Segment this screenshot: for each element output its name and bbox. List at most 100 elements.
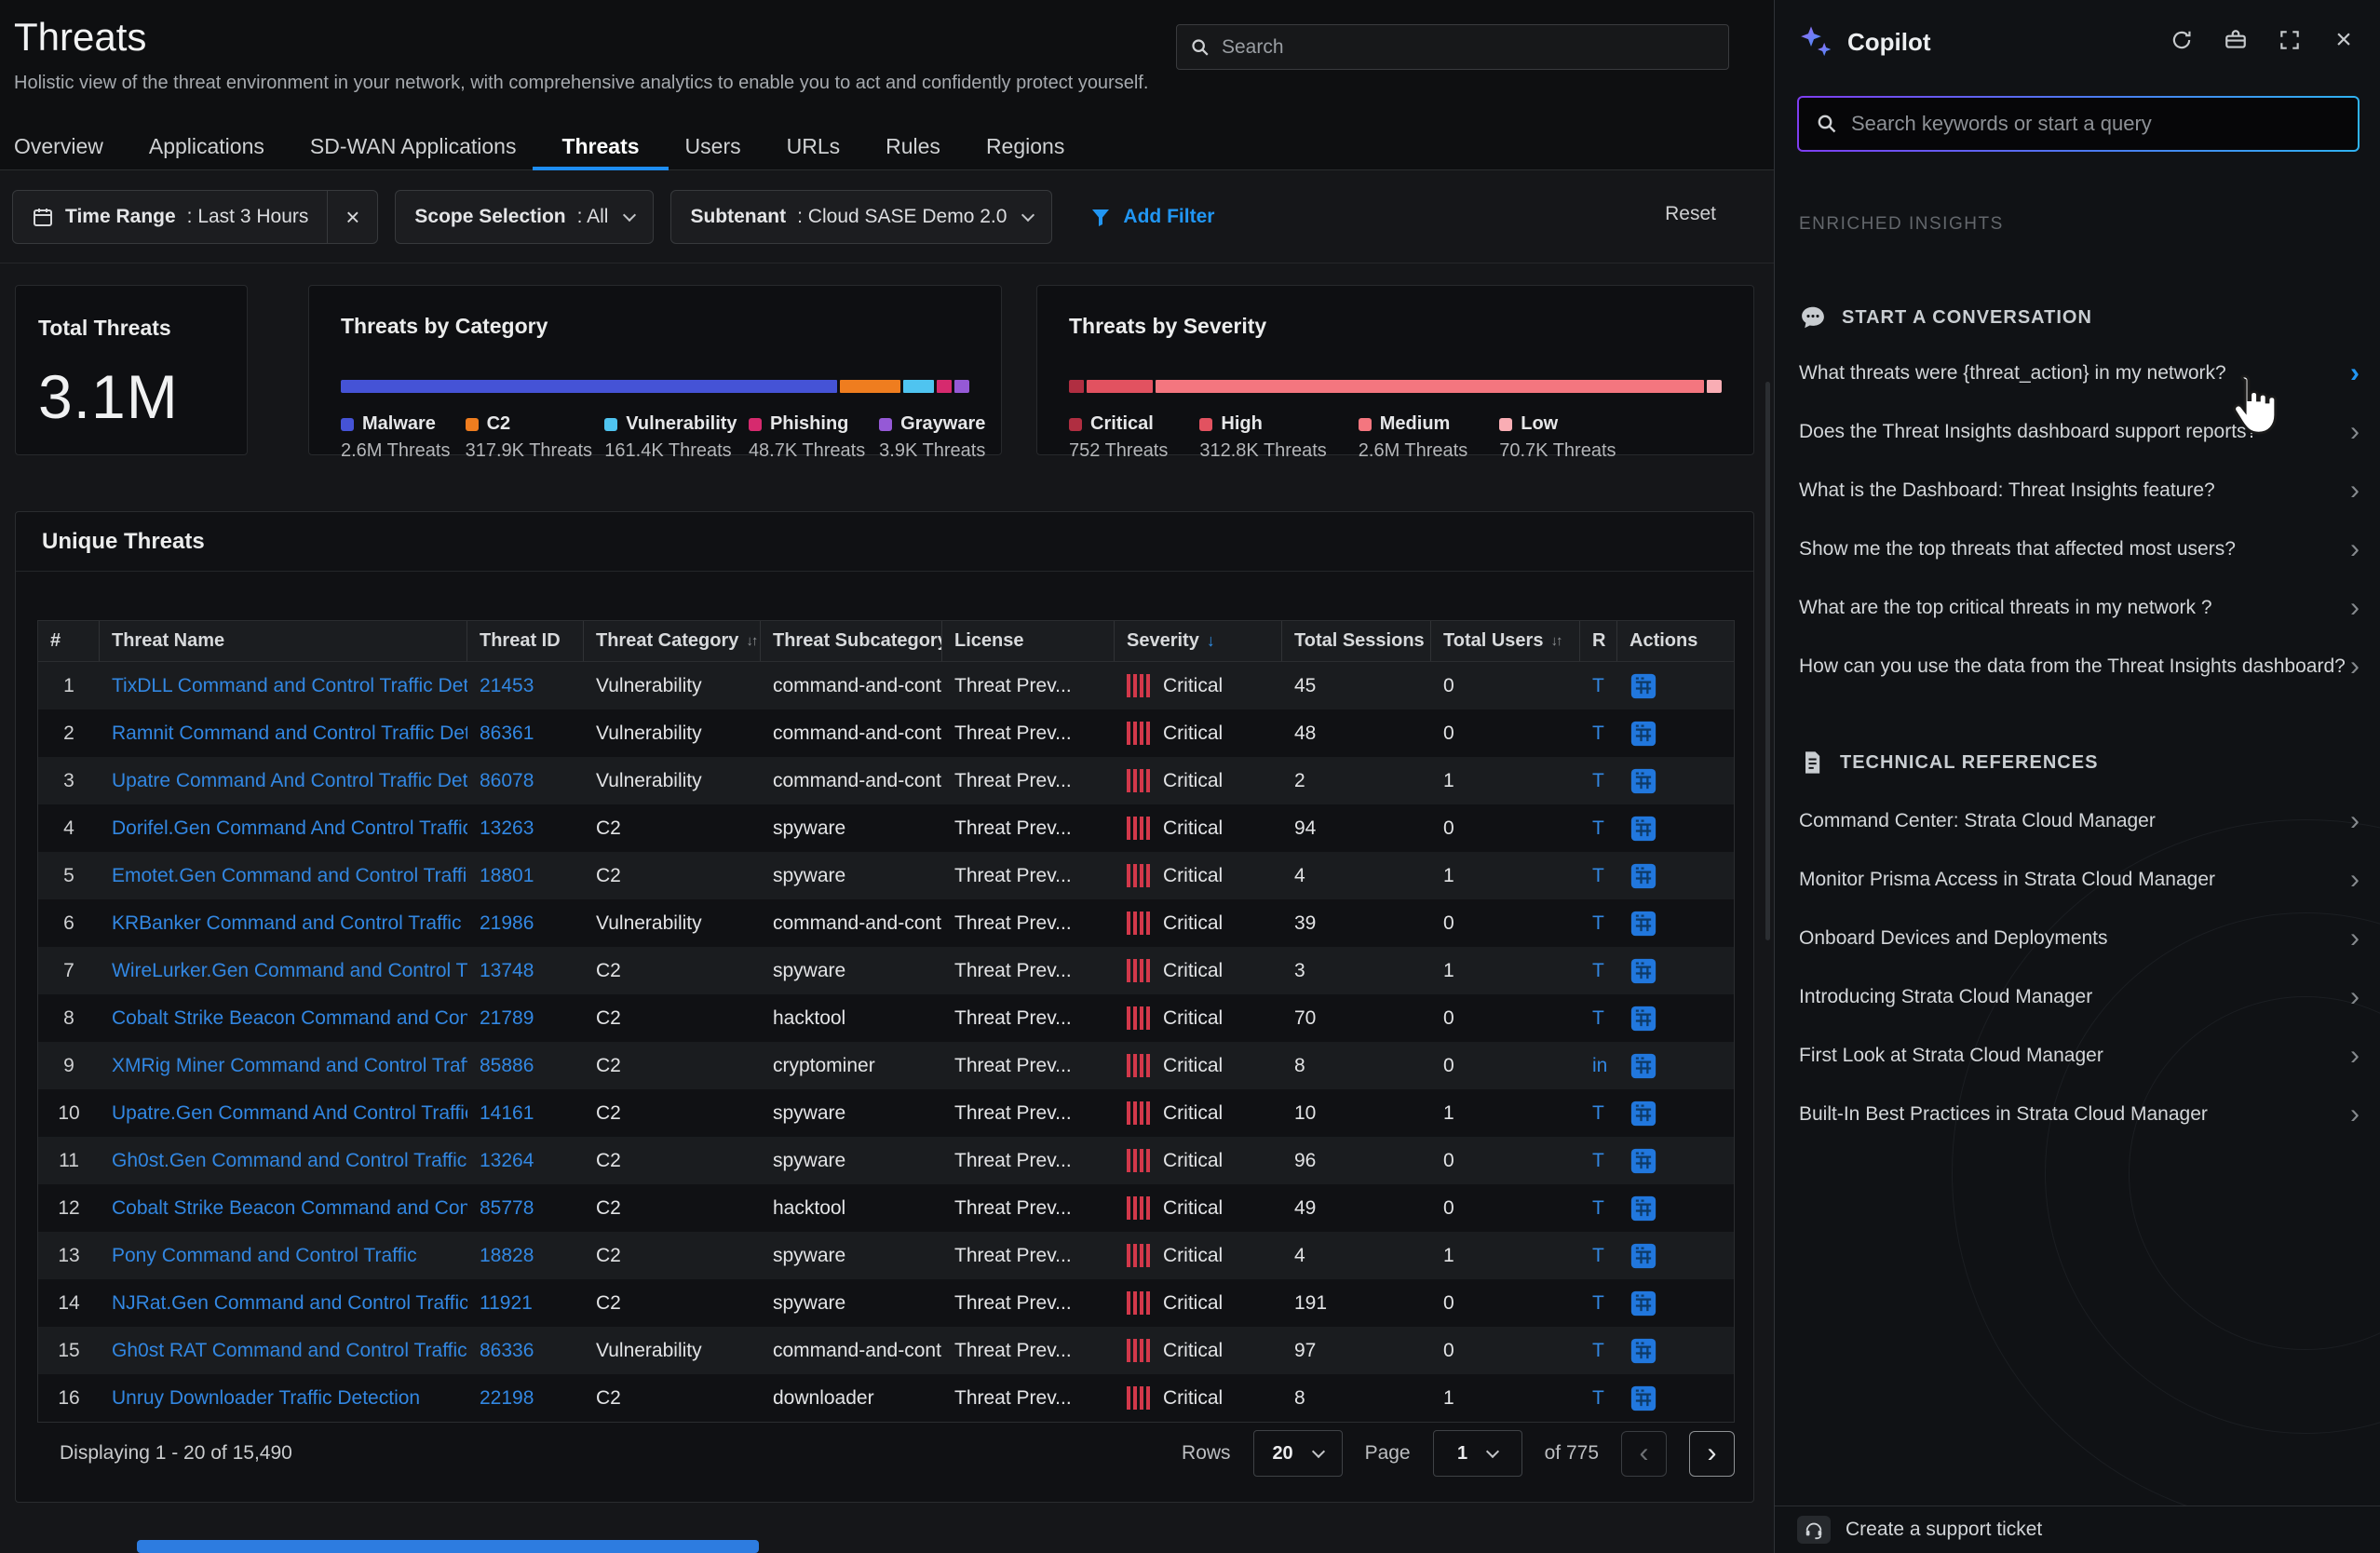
sort-both-icon[interactable]: ↓↑	[746, 633, 756, 649]
conversation-suggestion-item[interactable]: Show me the top threats that affected mo…	[1799, 520, 2360, 578]
table-action-icon[interactable]	[1629, 1242, 1657, 1270]
table-row[interactable]: 7 WireLurker.Gen Command and Control Tra…	[38, 947, 1734, 994]
threat-id-link[interactable]: 22198	[480, 1387, 534, 1410]
threat-name-link[interactable]: KRBanker Command and Control Traffic De	[112, 912, 467, 935]
table-row[interactable]: 4 Dorifel.Gen Command And Control Traffi…	[38, 804, 1734, 852]
threat-name-link[interactable]: Pony Command and Control Traffic	[112, 1245, 417, 1267]
table-action-icon[interactable]	[1629, 862, 1657, 890]
table-action-icon[interactable]	[1629, 672, 1657, 700]
technical-reference-item[interactable]: Built-In Best Practices in Strata Cloud …	[1799, 1085, 2360, 1143]
table-action-icon[interactable]	[1629, 1052, 1657, 1080]
table-action-icon[interactable]	[1629, 1147, 1657, 1175]
remediation-link[interactable]: T	[1592, 912, 1604, 935]
table-row[interactable]: 2 Ramnit Command and Control Traffic Det…	[38, 709, 1734, 757]
time-range-filter-chip[interactable]: Time Range : Last 3 Hours ×	[12, 190, 378, 244]
threat-name-link[interactable]: Upatre.Gen Command And Control Traffic	[112, 1102, 467, 1125]
threat-id-link[interactable]: 18828	[480, 1245, 534, 1267]
table-action-icon[interactable]	[1629, 720, 1657, 748]
table-column-header[interactable]: Total Sessions ↓↑ ↓	[1282, 621, 1431, 661]
threat-name-link[interactable]: Cobalt Strike Beacon Command and Contro	[112, 1197, 467, 1220]
copilot-search-input[interactable]	[1851, 112, 2341, 136]
table-action-icon[interactable]	[1629, 910, 1657, 938]
briefcase-icon[interactable]	[2220, 24, 2252, 56]
threat-name-link[interactable]: Ramnit Command and Control Traffic Detec	[112, 722, 467, 745]
table-action-icon[interactable]	[1629, 1005, 1657, 1033]
threat-id-link[interactable]: 86336	[480, 1340, 534, 1362]
support-ticket-label[interactable]: Create a support ticket	[1846, 1519, 2042, 1541]
remediation-link[interactable]: T	[1592, 675, 1604, 697]
remediation-link[interactable]: T	[1592, 1102, 1604, 1125]
remediation-link[interactable]: T	[1592, 1197, 1604, 1220]
threat-id-link[interactable]: 85886	[480, 1055, 534, 1077]
table-column-header[interactable]: Threat Name ↓↑ ↓	[100, 621, 467, 661]
remediation-link[interactable]: T	[1592, 1340, 1604, 1362]
table-action-icon[interactable]	[1629, 815, 1657, 843]
page-select[interactable]: 1	[1433, 1430, 1522, 1477]
remediation-link[interactable]: T	[1592, 1150, 1604, 1172]
table-column-header[interactable]: Total Users ↓↑ ↓	[1431, 621, 1580, 661]
table-row[interactable]: 6 KRBanker Command and Control Traffic D…	[38, 899, 1734, 947]
table-action-icon[interactable]	[1629, 957, 1657, 985]
table-row[interactable]: 11 Gh0st.Gen Command and Control Traffic…	[38, 1137, 1734, 1184]
threat-name-link[interactable]: Gh0st.Gen Command and Control Traffic	[112, 1150, 467, 1172]
threat-name-link[interactable]: WireLurker.Gen Command and Control Traf	[112, 960, 467, 982]
nav-tab[interactable]: URLs	[787, 123, 841, 169]
reset-filters-button[interactable]: Reset	[1665, 203, 1716, 225]
threat-id-link[interactable]: 13748	[480, 960, 534, 982]
headset-icon[interactable]	[1797, 1516, 1831, 1544]
threat-name-link[interactable]: XMRig Miner Command and Control Traffic	[112, 1055, 467, 1077]
threat-id-link[interactable]: 13263	[480, 817, 534, 840]
threat-name-link[interactable]: Gh0st RAT Command and Control Traffic D	[112, 1340, 467, 1362]
table-row[interactable]: 12 Cobalt Strike Beacon Command and Cont…	[38, 1184, 1734, 1232]
previous-page-button[interactable]: ‹	[1621, 1431, 1667, 1477]
technical-reference-item[interactable]: Introducing Strata Cloud Manager ›	[1799, 967, 2360, 1026]
threat-name-link[interactable]: Unruy Downloader Traffic Detection	[112, 1387, 420, 1410]
remediation-link[interactable]: in	[1592, 1055, 1607, 1077]
technical-reference-item[interactable]: First Look at Strata Cloud Manager ›	[1799, 1026, 2360, 1085]
nav-tab[interactable]: Overview	[14, 123, 103, 169]
remediation-link[interactable]: T	[1592, 865, 1604, 887]
nav-tab[interactable]: Threats	[561, 123, 639, 169]
threat-name-link[interactable]: Dorifel.Gen Command And Control Traffic	[112, 817, 467, 840]
table-action-icon[interactable]	[1629, 1337, 1657, 1365]
remediation-link[interactable]: T	[1592, 817, 1604, 840]
threat-id-link[interactable]: 86361	[480, 722, 534, 745]
table-row[interactable]: 10 Upatre.Gen Command And Control Traffi…	[38, 1089, 1734, 1137]
table-row[interactable]: 3 Upatre Command And Control Traffic Det…	[38, 757, 1734, 804]
table-action-icon[interactable]	[1629, 1100, 1657, 1128]
remediation-link[interactable]: T	[1592, 960, 1604, 982]
table-row[interactable]: 8 Cobalt Strike Beacon Command and Contr…	[38, 994, 1734, 1042]
table-row[interactable]: 1 TixDLL Command and Control Traffic Det…	[38, 662, 1734, 709]
table-column-header[interactable]: R ↓↑ ↓	[1580, 621, 1617, 661]
remediation-link[interactable]: T	[1592, 1292, 1604, 1315]
table-row[interactable]: 14 NJRat.Gen Command and Control Traffic…	[38, 1279, 1734, 1327]
main-scrollbar[interactable]	[1765, 382, 1770, 940]
remove-time-filter-icon[interactable]: ×	[327, 191, 377, 243]
global-search-input[interactable]	[1222, 36, 1715, 59]
table-row[interactable]: 15 Gh0st RAT Command and Control Traffic…	[38, 1327, 1734, 1374]
table-column-header[interactable]: Severity ↓↑ ↓	[1115, 621, 1282, 661]
next-page-button[interactable]: ›	[1689, 1431, 1735, 1477]
threat-id-link[interactable]: 21986	[480, 912, 534, 935]
nav-tab[interactable]: Users	[685, 123, 741, 169]
table-column-header[interactable]: License ↓↑ ↓	[942, 621, 1115, 661]
table-column-header[interactable]: Threat Category ↓↑ ↓	[584, 621, 761, 661]
threat-id-link[interactable]: 21453	[480, 675, 534, 697]
table-column-header[interactable]: Threat ID ↓↑ ↓	[467, 621, 584, 661]
conversation-suggestion-item[interactable]: What are the top critical threats in my …	[1799, 578, 2360, 637]
threat-name-link[interactable]: TixDLL Command and Control Traffic Detec	[112, 675, 467, 697]
threat-name-link[interactable]: Cobalt Strike Beacon Command and Contro	[112, 1007, 467, 1030]
conversation-suggestion-item[interactable]: How can you use the data from the Threat…	[1799, 637, 2360, 695]
copilot-search[interactable]	[1797, 96, 2360, 152]
remediation-link[interactable]: T	[1592, 1007, 1604, 1030]
remediation-link[interactable]: T	[1592, 722, 1604, 745]
technical-reference-item[interactable]: Onboard Devices and Deployments ›	[1799, 909, 2360, 967]
table-action-icon[interactable]	[1629, 1384, 1657, 1412]
threat-id-link[interactable]: 18801	[480, 865, 534, 887]
table-column-header[interactable]: Threat Subcategory ↓↑ ↓	[761, 621, 942, 661]
table-row[interactable]: 5 Emotet.Gen Command and Control Traffic…	[38, 852, 1734, 899]
subtenant-chip[interactable]: Subtenant : Cloud SASE Demo 2.0	[670, 190, 1052, 244]
remediation-link[interactable]: T	[1592, 1245, 1604, 1267]
threat-id-link[interactable]: 13264	[480, 1150, 534, 1172]
nav-tab[interactable]: Regions	[986, 123, 1064, 169]
